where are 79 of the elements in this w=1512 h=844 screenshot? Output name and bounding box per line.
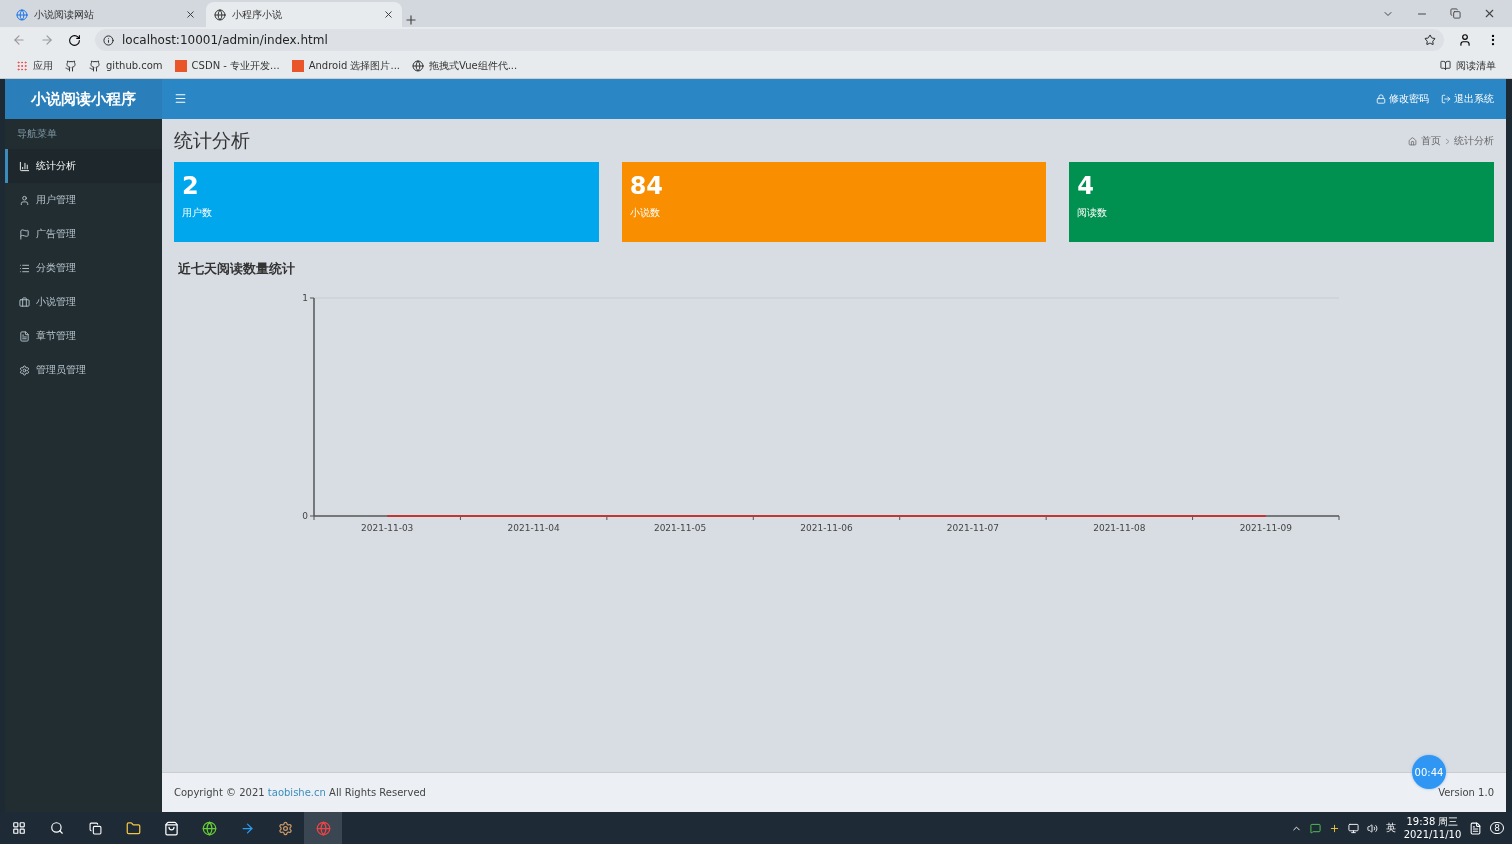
menu-item-icon	[19, 228, 30, 240]
breadcrumb-item: 统计分析	[1454, 134, 1494, 148]
close-icon[interactable]	[1483, 7, 1496, 20]
menu-item-icon	[19, 330, 30, 342]
x-tick-label: 2021-11-08	[1093, 523, 1146, 533]
stat-value: 4	[1077, 172, 1096, 200]
folder-icon[interactable]	[125, 820, 141, 836]
start-icon[interactable]	[12, 821, 26, 835]
header-link[interactable]: 修改密码	[1376, 79, 1429, 119]
menu-item-icon	[19, 364, 30, 376]
page-title: 统计分析	[174, 128, 250, 153]
x-tick-label: 2021-11-05	[653, 523, 707, 533]
bookmark[interactable]: 应用	[16, 58, 53, 73]
browser-tab[interactable]: 小说阅读网站	[8, 2, 204, 27]
sidebar-item[interactable]: 分类管理	[5, 251, 162, 285]
stat-value: 84	[629, 172, 665, 200]
x-tick-label: 2021-11-09	[1239, 523, 1292, 533]
sidebar-heading: 导航菜单	[16, 127, 58, 141]
volume-icon[interactable]	[1366, 822, 1378, 834]
x-tick-label: 2021-11-06	[800, 523, 853, 533]
note-icon[interactable]	[1469, 821, 1483, 835]
menu-item-icon	[19, 262, 30, 274]
sidebar-item[interactable]: 用户管理	[5, 183, 162, 217]
y-tick-label: 0	[302, 511, 308, 521]
stat-label: 小说数	[629, 206, 661, 220]
star-icon[interactable]	[1424, 34, 1436, 46]
logout-icon	[1441, 94, 1451, 104]
globe-icon	[214, 8, 226, 21]
plus-icon[interactable]	[1328, 822, 1340, 834]
stat-label: 用户数	[182, 206, 213, 220]
chart-title: 近七天阅读数量统计	[178, 260, 296, 278]
lock-icon	[1376, 94, 1386, 104]
globe-icon	[412, 59, 424, 72]
y-tick-label: 1	[302, 293, 308, 303]
menu-item-icon	[19, 160, 30, 172]
chevron-icon	[1445, 137, 1450, 145]
bookmark[interactable]: github.com	[89, 59, 163, 72]
menu-item-icon	[19, 194, 30, 206]
apps-icon	[16, 59, 28, 72]
bookmark[interactable]: Android 选择图片...	[291, 58, 400, 73]
chat-icon[interactable]	[1309, 822, 1321, 834]
restore-icon[interactable]	[1450, 8, 1461, 19]
info-icon	[103, 34, 114, 46]
search-icon[interactable]	[50, 821, 64, 835]
version-text: Version 1.0	[1438, 787, 1494, 798]
store-icon[interactable]	[163, 820, 179, 836]
copyright-text: Copyright © 2021 taobishe.cn All Rights Reserved	[174, 787, 426, 798]
address-bar[interactable]: localhost:10001/admin/index.html	[95, 29, 1444, 51]
home-icon	[1408, 136, 1417, 146]
sidebar-item[interactable]: 小说管理	[5, 285, 162, 319]
stat-label: 阅读数	[1077, 206, 1109, 220]
sidebar-item[interactable]: 章节管理	[5, 319, 162, 353]
profile-icon[interactable]	[1458, 33, 1472, 47]
close-icon[interactable]	[383, 9, 394, 20]
sidebar-item[interactable]: 广告管理	[5, 217, 162, 251]
header-link[interactable]: 退出系统	[1441, 79, 1494, 119]
github-icon[interactable]	[65, 59, 77, 72]
bookmark[interactable]: CSDN - 专业开发...	[174, 58, 280, 73]
x-tick-label: 2021-11-07	[946, 523, 1000, 533]
menu-item-icon	[19, 296, 30, 308]
network-icon[interactable]	[1347, 822, 1359, 834]
sidebar-item[interactable]: 管理员管理	[5, 353, 162, 387]
site-icon	[16, 8, 28, 21]
browser-tab[interactable]: 小程序小说	[206, 2, 402, 27]
new-tab-icon[interactable]	[404, 13, 418, 27]
reload-icon[interactable]	[68, 33, 81, 47]
github-icon[interactable]	[89, 59, 101, 72]
sidebar-item[interactable]: 统计分析	[5, 149, 162, 183]
close-icon[interactable]	[185, 9, 196, 20]
brand-title: 小说阅读小程序	[5, 79, 162, 119]
reading-list[interactable]: 阅读清单	[1440, 58, 1496, 73]
stat-value: 2	[182, 172, 200, 200]
x-tick-label: 2021-11-03	[361, 523, 414, 533]
x-tick-label: 2021-11-04	[507, 523, 560, 533]
bookmark[interactable]: 拖拽式Vue组件代...	[412, 58, 518, 73]
breadcrumb-item[interactable]: 首页	[1421, 134, 1441, 148]
clock[interactable]: 19:38 周三 2021/11/10	[1403, 815, 1462, 841]
ime-indicator[interactable]: 英	[1385, 821, 1396, 835]
task-view-icon[interactable]	[88, 821, 102, 835]
